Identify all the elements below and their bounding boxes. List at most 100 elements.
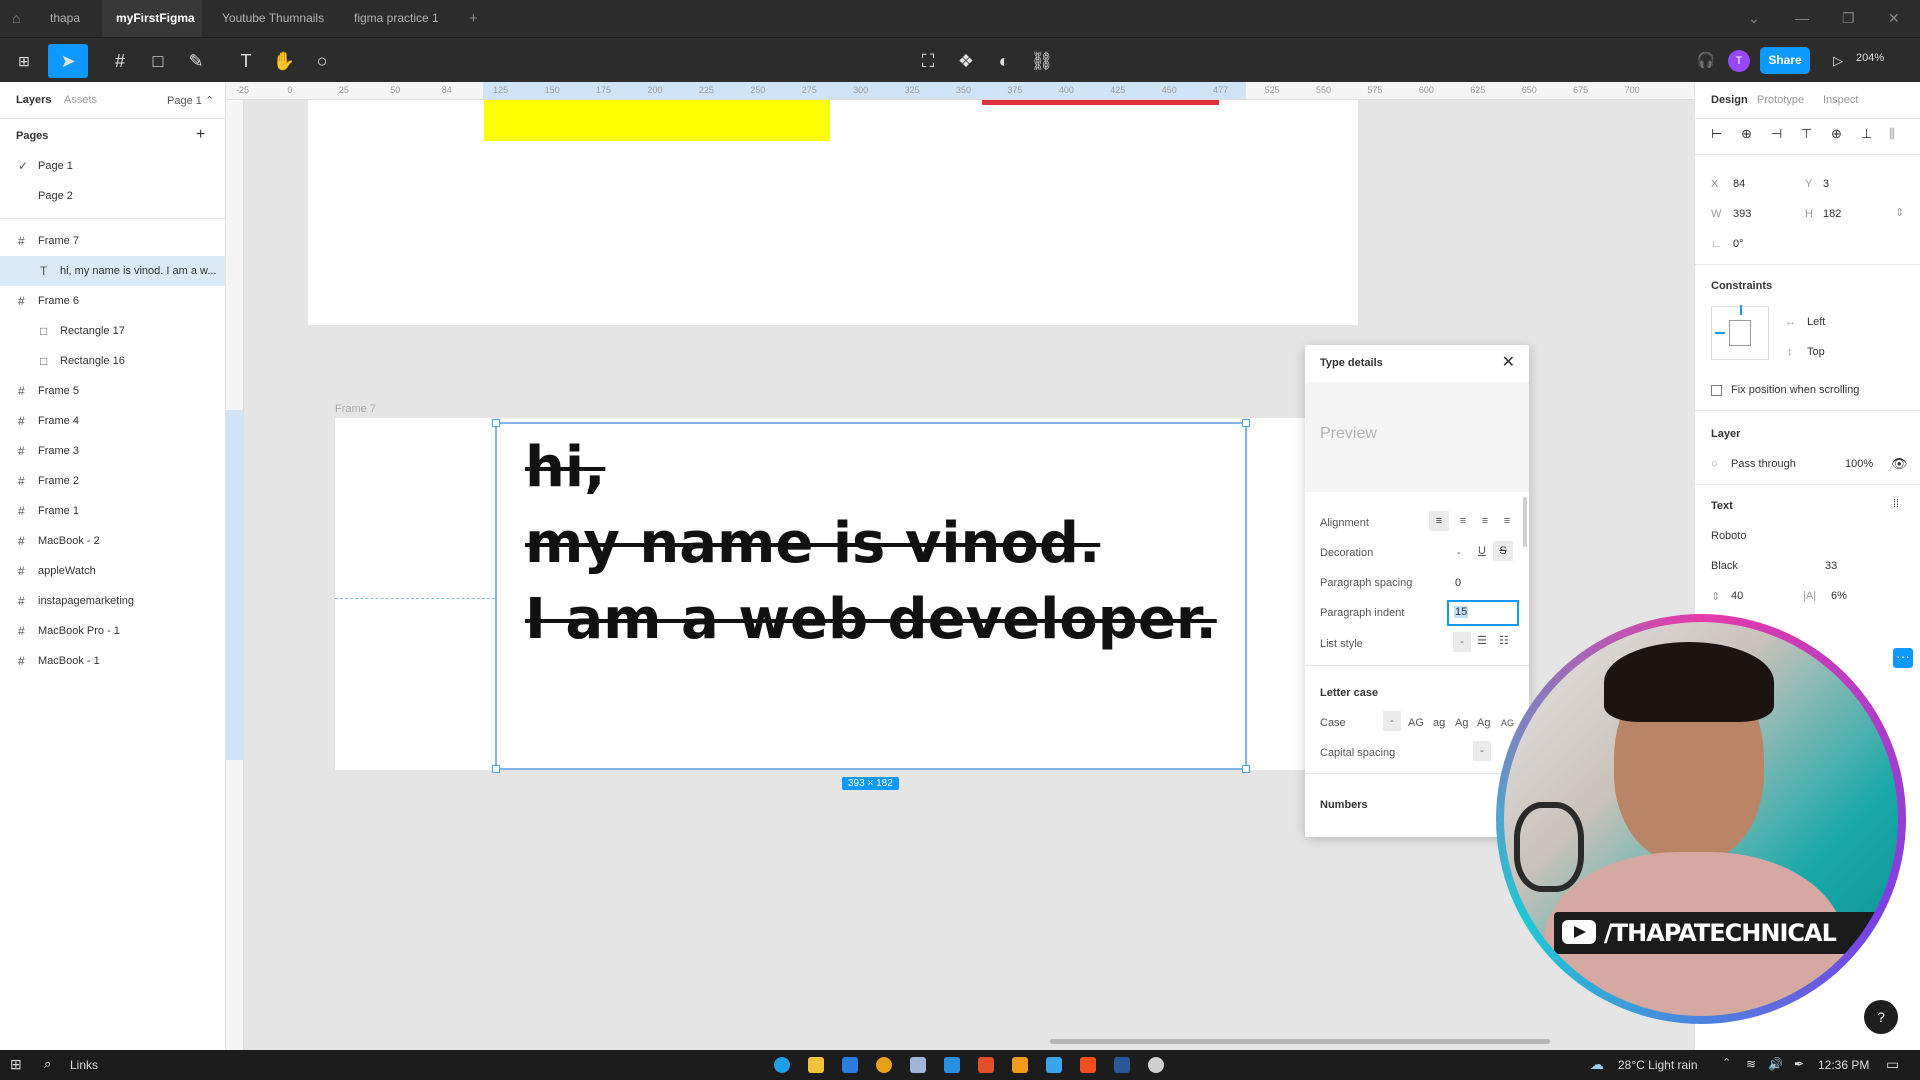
- w-input[interactable]: 393: [1733, 208, 1751, 220]
- align-top-icon[interactable]: ⊤: [1801, 126, 1812, 142]
- avatar[interactable]: T: [1728, 50, 1750, 72]
- new-tab-icon[interactable]: +: [455, 0, 492, 37]
- layer-instapagemarketing[interactable]: # instapagemarketing: [0, 586, 225, 616]
- frame-7[interactable]: hi, my name is vinod. I am a web develop…: [335, 418, 1335, 773]
- tab-myfirstfigma[interactable]: myFirstFigma ×: [102, 0, 202, 62]
- rectangle-16[interactable]: [982, 100, 1219, 105]
- bullet-list-icon[interactable]: ☰: [1477, 634, 1487, 647]
- hand-tool-icon[interactable]: ✋: [264, 44, 304, 78]
- paragraph-spacing-input[interactable]: 0: [1455, 577, 1461, 589]
- tab-assets[interactable]: Assets: [64, 94, 97, 106]
- layer-frame-3[interactable]: # Frame 3: [0, 436, 225, 466]
- frame-tool-icon[interactable]: #: [100, 44, 140, 78]
- font-weight-select[interactable]: Black: [1711, 560, 1738, 572]
- layer-rectangle-17[interactable]: □ Rectangle 17: [0, 316, 225, 346]
- layer-macbook-1[interactable]: # MacBook - 1: [0, 646, 225, 676]
- h-input[interactable]: 182: [1823, 208, 1841, 220]
- volume-icon[interactable]: 🔊: [1768, 1057, 1783, 1071]
- numbered-list-icon[interactable]: ☷: [1499, 634, 1509, 647]
- text-styles-icon[interactable]: ⁞⁞: [1893, 498, 1899, 510]
- layer-rectangle-16[interactable]: □ Rectangle 16: [0, 346, 225, 376]
- align-vertical-center-icon[interactable]: ⊕: [1831, 126, 1842, 142]
- tab-thapa[interactable]: thapa: [36, 0, 94, 37]
- minimize-icon[interactable]: —: [1795, 0, 1809, 37]
- text-layer-selection[interactable]: hi, my name is vinod. I am a web develop…: [492, 419, 1250, 773]
- help-button[interactable]: ?: [1864, 1000, 1898, 1034]
- pen-icon[interactable]: ✒: [1794, 1057, 1804, 1071]
- sublime-icon[interactable]: [1012, 1057, 1028, 1073]
- office-icon[interactable]: [978, 1057, 994, 1073]
- frame-6[interactable]: [308, 100, 1358, 325]
- horizontal-constraint-select[interactable]: Left: [1807, 316, 1825, 328]
- restore-icon[interactable]: ❐: [1842, 0, 1855, 37]
- align-horizontal-center-icon[interactable]: ⊕: [1741, 126, 1752, 142]
- taskbar-links[interactable]: Links: [70, 1058, 98, 1072]
- underline-icon[interactable]: U: [1478, 545, 1486, 557]
- layer-text[interactable]: Thi, my name is vinod. I am a w...: [0, 256, 225, 286]
- tab-youtube-thumnails[interactable]: Youtube Thumnails: [208, 0, 338, 37]
- crop-icon[interactable]: ⛶: [908, 44, 948, 78]
- zoom-level[interactable]: 204%: [1856, 52, 1884, 64]
- line-height-input[interactable]: 40: [1731, 590, 1743, 602]
- align-left-icon[interactable]: ≡: [1429, 511, 1449, 531]
- figma-icon[interactable]: [1080, 1057, 1096, 1073]
- headphones-icon[interactable]: 🎧: [1686, 44, 1726, 78]
- align-center-icon[interactable]: ≡: [1453, 511, 1473, 531]
- app-icon[interactable]: [910, 1057, 926, 1073]
- search-icon[interactable]: ⌕: [44, 1056, 51, 1072]
- wifi-icon[interactable]: ≋: [1746, 1057, 1756, 1071]
- capital-spacing-toggle[interactable]: -: [1473, 741, 1491, 761]
- page-item-1[interactable]: ✓ Page 1: [0, 151, 225, 181]
- layer-frame-5[interactable]: # Frame 5: [0, 376, 225, 406]
- component-icon[interactable]: ❖: [946, 44, 986, 78]
- layer-macbook-2[interactable]: # MacBook - 2: [0, 526, 225, 556]
- case-uppercase-option[interactable]: AG: [1408, 717, 1424, 729]
- case-none-option[interactable]: -: [1383, 711, 1401, 731]
- layer-frame-2[interactable]: # Frame 2: [0, 466, 225, 496]
- word-icon[interactable]: [1114, 1057, 1130, 1073]
- close-icon[interactable]: ✕: [1502, 352, 1515, 372]
- mask-icon[interactable]: ◐: [984, 44, 1024, 78]
- x-input[interactable]: 84: [1733, 178, 1745, 190]
- panel-scrollbar[interactable]: [1523, 497, 1527, 547]
- page-selector[interactable]: Page 1 ⌃: [167, 94, 214, 107]
- mail-icon[interactable]: [842, 1057, 858, 1073]
- align-right-icon[interactable]: ≡: [1475, 511, 1495, 531]
- letter-spacing-input[interactable]: 6%: [1831, 590, 1847, 602]
- case-small-caps-option[interactable]: Ag: [1477, 717, 1490, 729]
- text-tool-icon[interactable]: T: [226, 44, 266, 78]
- page-item-2[interactable]: Page 2: [0, 181, 225, 211]
- layer-frame-4[interactable]: # Frame 4: [0, 406, 225, 436]
- constraints-widget[interactable]: [1711, 305, 1769, 360]
- align-justify-icon[interactable]: ≡: [1497, 511, 1517, 531]
- list-none-icon[interactable]: -: [1453, 632, 1471, 652]
- resize-handle[interactable]: [1242, 765, 1250, 773]
- move-tool-icon[interactable]: ➤: [48, 44, 88, 78]
- windows-start-icon[interactable]: ⊞: [10, 1056, 22, 1073]
- notification-icon[interactable]: ▭: [1886, 1056, 1899, 1073]
- tab-design[interactable]: Design: [1711, 94, 1748, 106]
- file-explorer-icon[interactable]: [808, 1057, 824, 1073]
- text-content[interactable]: hi, my name is vinod. I am a web develop…: [525, 430, 1217, 658]
- close-window-icon[interactable]: ✕: [1888, 0, 1900, 37]
- tab-prototype[interactable]: Prototype: [1757, 94, 1804, 106]
- y-input[interactable]: 3: [1823, 178, 1829, 190]
- layer-applewatch[interactable]: # appleWatch: [0, 556, 225, 586]
- main-menu-icon[interactable]: ⊞: [4, 44, 44, 78]
- decoration-none-icon[interactable]: -: [1457, 547, 1461, 559]
- opacity-input[interactable]: 100%: [1845, 458, 1873, 470]
- distribute-icon[interactable]: ⫼: [1889, 126, 1895, 142]
- clock[interactable]: 12:36 PM: [1818, 1058, 1869, 1072]
- case-lowercase-option[interactable]: ag: [1433, 717, 1445, 729]
- layer-frame-1[interactable]: # Frame 1: [0, 496, 225, 526]
- chrome-icon[interactable]: [876, 1057, 892, 1073]
- pen-tool-icon[interactable]: ✎: [176, 44, 216, 78]
- align-bottom-icon[interactable]: ⊥: [1861, 126, 1872, 142]
- resize-handle[interactable]: [492, 765, 500, 773]
- resize-lock-icon[interactable]: ⇕: [1895, 206, 1904, 219]
- comment-tool-icon[interactable]: ○: [302, 44, 342, 78]
- strikethrough-icon[interactable]: S: [1493, 541, 1513, 561]
- vertical-constraint-select[interactable]: Top: [1807, 346, 1825, 358]
- case-title-option[interactable]: Ag: [1455, 717, 1468, 729]
- align-left-icon[interactable]: ⊢: [1711, 126, 1722, 142]
